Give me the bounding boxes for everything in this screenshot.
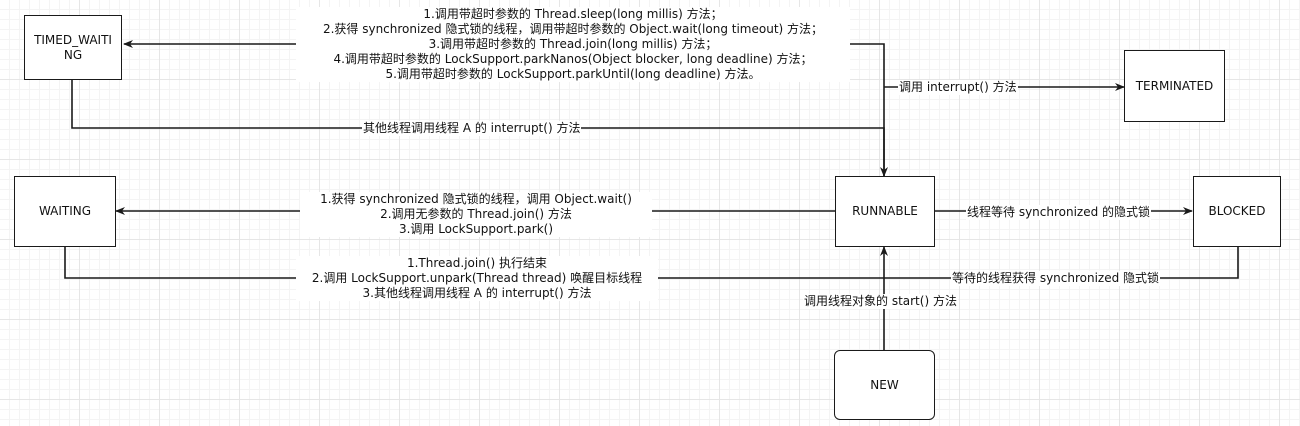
label-line: 1.调用带超时参数的 Thread.sleep(long millis) 方法； <box>423 7 723 21</box>
label-to-timed-waiting: 1.调用带超时参数的 Thread.sleep(long millis) 方法；… <box>296 7 850 82</box>
state-runnable: RUNNABLE <box>835 176 935 247</box>
state-terminated: TERMINATED <box>1124 50 1225 122</box>
label-to-terminated: 调用 interrupt() 方法 <box>898 80 1018 95</box>
state-waiting: WAITING <box>14 176 116 247</box>
label-to-blocked: 线程等待 synchronized 的隐式锁 <box>966 205 1152 220</box>
label-line: 3.调用带超时参数的 Thread.join(long millis) 方法； <box>428 37 718 51</box>
label-line: 1.获得 synchronized 隐式锁的线程，调用 Object.wait(… <box>320 192 632 206</box>
label-line: 2.调用无参数的 Thread.join() 方法 <box>380 207 572 221</box>
label-line: 2.获得 synchronized 隐式锁的线程，调用带超时参数的 Object… <box>322 22 824 36</box>
state-blocked: BLOCKED <box>1193 176 1281 247</box>
label-line: 2.调用 LockSupport.unpark(Thread thread) 唤… <box>311 271 643 285</box>
state-timed-waiting: TIMED_WAITING <box>24 15 122 80</box>
label-line: 4.调用带超时参数的 LockSupport.parkNanos(Object … <box>333 52 813 66</box>
label-waiting-to-runnable: 1.Thread.join() 执行结束 2.调用 LockSupport.un… <box>296 256 658 301</box>
label-new-to-runnable: 调用线程对象的 start() 方法 <box>803 294 958 309</box>
label-to-waiting: 1.获得 synchronized 隐式锁的线程，调用 Object.wait(… <box>300 192 652 237</box>
label-line: 5.调用带超时参数的 LockSupport.parkUntil(long de… <box>385 67 761 81</box>
state-new: NEW <box>834 350 935 420</box>
label-line: 1.Thread.join() 执行结束 <box>406 256 548 270</box>
label-blocked-to-runnable: 等待的线程获得 synchronized 隐式锁 <box>951 271 1161 286</box>
label-line: 3.调用 LockSupport.park() <box>398 222 554 236</box>
label-timed-waiting-to-runnable: 其他线程调用线程 A 的 interrupt() 方法 <box>362 121 582 136</box>
label-line: 3.其他线程调用线程 A 的 interrupt() 方法 <box>362 286 592 300</box>
